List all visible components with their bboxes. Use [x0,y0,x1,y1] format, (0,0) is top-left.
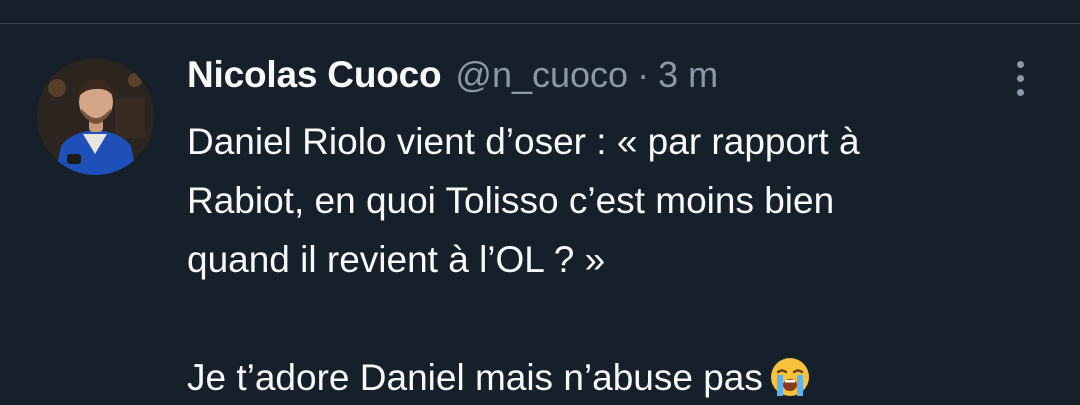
timestamp[interactable]: 3 m [658,54,718,96]
avatar-photo [37,58,154,175]
more-vertical-icon-dot [1016,88,1024,96]
more-vertical-icon [1016,60,1024,68]
more-options-button[interactable] [1000,58,1040,98]
tweet-text-last: Je t’adore Daniel mais n’abuse pas [187,357,763,398]
tweet-text-line: Rabiot, en quoi Tolisso c’est moins bien [187,180,835,221]
tweet-text-line-last: Je t’adore Daniel mais n’abuse pas [187,348,1057,405]
avatar[interactable] [37,58,154,175]
display-name[interactable]: Nicolas Cuoco [187,54,442,96]
tweet-text-line: Daniel Riolo vient d’oser : « par rappor… [187,121,860,162]
tweet-header: Nicolas Cuoco @n_cuoco · 3 m [187,54,718,100]
user-handle[interactable]: @n_cuoco [455,54,628,96]
tweet-text: Daniel Riolo vient d’oser : « par rappor… [187,112,1057,405]
separator: · [637,54,650,95]
loudly-crying-face-icon [769,356,811,405]
more-vertical-icon-dot [1016,74,1024,82]
tweet-text-line: quand il revient à l’OL ? » [187,239,606,280]
tweet[interactable]: Nicolas Cuoco @n_cuoco · 3 m Daniel Riol… [0,24,1080,405]
